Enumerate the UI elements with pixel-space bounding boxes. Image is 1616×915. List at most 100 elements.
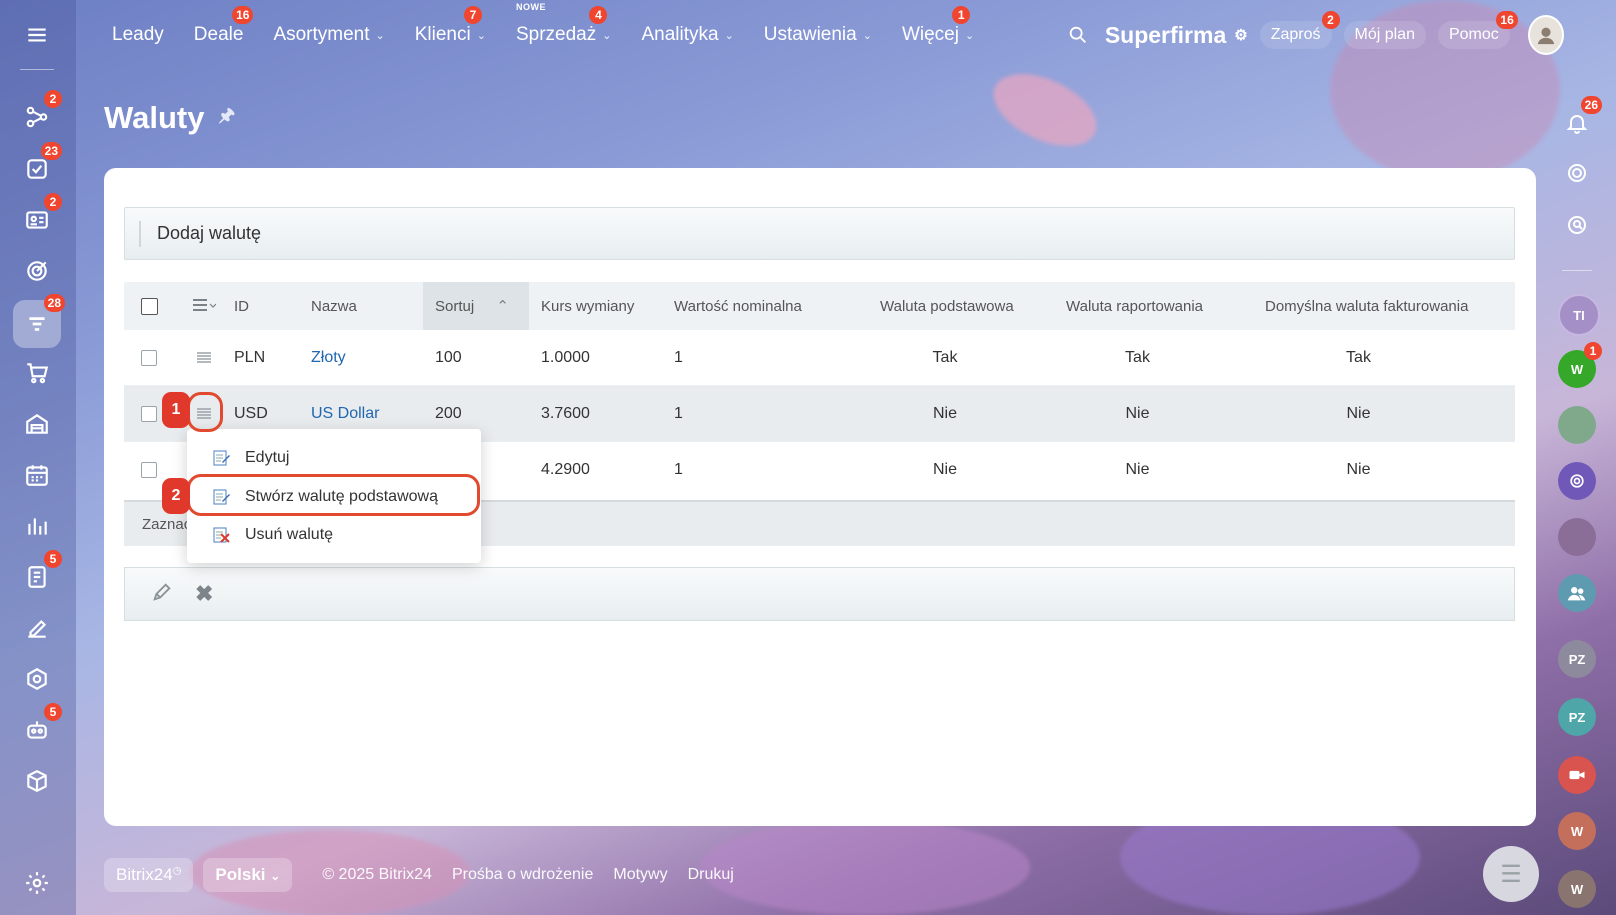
nav-deale[interactable]: Deale 16 (194, 6, 254, 46)
footer-link[interactable]: Drukuj (688, 866, 734, 884)
avatar-initials: PZ (1568, 709, 1586, 725)
add-currency-button[interactable]: Dodaj walutę (157, 223, 261, 244)
column-id[interactable]: ID (234, 298, 311, 315)
hexagon-icon[interactable] (16, 658, 58, 700)
cell-rate: 4.2900 (541, 460, 590, 478)
bitrix-logo[interactable]: Bitrix24◷ (104, 858, 194, 892)
chat-avatar[interactable]: W (1558, 870, 1596, 908)
column-name[interactable]: Nazwa (311, 298, 423, 315)
chat-avatar[interactable]: W1 (1558, 342, 1602, 388)
pipeline-icon[interactable]: 2 (16, 90, 62, 138)
column-report[interactable]: Waluta raportowania (1038, 298, 1237, 315)
table-row[interactable]: PLN Złoty 100 1.0000 1 Tak Tak Tak (124, 330, 1515, 386)
nav-label: Ustawienia (763, 24, 857, 45)
pin-icon[interactable]: 🖈 (218, 103, 235, 133)
nav-asortyment[interactable]: Asortyment ⌄ (273, 24, 384, 46)
analytics-icon[interactable] (16, 505, 58, 547)
calendar-icon[interactable] (16, 454, 58, 496)
cell-invoice: Nie (1346, 460, 1371, 478)
target-icon[interactable] (16, 250, 58, 292)
chat-avatar[interactable]: TI (1558, 294, 1600, 336)
cell-nominal: 1 (674, 348, 683, 366)
row-checkbox[interactable] (141, 405, 157, 422)
cell-sort: 100 (435, 348, 462, 366)
chat-avatar[interactable] (1558, 406, 1596, 444)
nav-analityka[interactable]: Analityka ⌄ (641, 24, 733, 46)
video-call-icon[interactable] (1558, 756, 1596, 794)
column-invoice[interactable]: Domyślna waluta fakturowania (1237, 298, 1480, 315)
warehouse-icon[interactable] (16, 403, 58, 445)
brand-title[interactable]: Superfirma ⚙ (1105, 22, 1248, 49)
cell-invoice: Nie (1346, 404, 1371, 422)
sign-icon[interactable] (16, 607, 58, 649)
nav-wiecej[interactable]: Więcej ⌄ 1 (901, 6, 975, 46)
cell-name-link[interactable]: US Dollar (311, 405, 423, 423)
sidebar-divider (1562, 270, 1592, 271)
robot-icon[interactable]: 5 (16, 703, 62, 751)
delete-x-icon[interactable]: ✖ (195, 581, 213, 607)
nav-leady[interactable]: Leady (112, 24, 164, 46)
tasks-icon[interactable]: 23 (16, 142, 62, 190)
documents-badge: 5 (44, 550, 62, 568)
user-avatar[interactable] (1527, 15, 1564, 55)
cart-icon[interactable] (16, 352, 58, 394)
nav-label: Leady (112, 24, 164, 45)
nav-label: Klienci (414, 24, 471, 45)
brand-label: Superfirma (1104, 21, 1227, 48)
row-checkbox[interactable] (141, 461, 157, 478)
search-chat-icon[interactable] (1558, 206, 1596, 244)
sidebar-divider (20, 69, 54, 70)
documents-icon[interactable]: 5 (16, 550, 62, 598)
chat-avatar[interactable]: PZ (1558, 698, 1596, 736)
menu-item-delete[interactable]: Usuń walutę (213, 520, 333, 550)
menu-icon[interactable] (16, 14, 58, 56)
chat-avatar[interactable] (1558, 574, 1596, 612)
nav-badge: 16 (232, 6, 254, 24)
column-nominal[interactable]: Wartość nominalna (668, 298, 852, 315)
box-icon[interactable] (16, 760, 58, 802)
group-icon (1567, 587, 1586, 601)
background-flower (982, 59, 1108, 161)
chat-avatar[interactable]: PZ (1558, 640, 1596, 678)
nav-label: Więcej (901, 24, 959, 45)
footer-link[interactable]: Prośba o wdrożenie (452, 866, 593, 884)
nav-sprzedaz[interactable]: NOWE Sprzedaż ⌄ 4 (516, 2, 612, 46)
notifications-bell-icon[interactable]: 26 (1558, 96, 1602, 142)
chat-avatar[interactable]: W (1558, 812, 1596, 850)
cell-rate: 3.7600 (541, 404, 590, 422)
chat-avatar[interactable] (1558, 518, 1596, 556)
select-all-checkbox[interactable] (140, 297, 158, 315)
column-rate[interactable]: Kurs wymiany (529, 298, 668, 315)
column-sort[interactable]: Sortuj ⌃ (423, 282, 529, 330)
nav-badge: 7 (463, 6, 482, 24)
left-sidebar: 2 23 2 28 5 5 (0, 0, 76, 915)
chat-avatar[interactable] (1558, 462, 1596, 500)
chevron-down-icon: ⌄ (476, 29, 486, 42)
language-select[interactable]: Polski ⌄ (203, 858, 293, 892)
chat-list-icon[interactable]: ☰ (1483, 846, 1539, 902)
contacts-icon[interactable]: 2 (16, 193, 62, 241)
help-button[interactable]: Pomoc 16 (1437, 11, 1518, 49)
grid-header: ID Nazwa Sortuj ⌃ Kurs wymiany Wartość no… (124, 282, 1515, 330)
chevron-down-icon: ⌄ (724, 29, 734, 42)
chevron-down-icon: ⌄ (602, 29, 612, 42)
nav-klienci[interactable]: Klienci ⌄ 7 (414, 6, 486, 46)
invite-button[interactable]: Zaproś 2 (1259, 11, 1340, 49)
column-base[interactable]: Waluta podstawowa (852, 298, 1038, 315)
row-menu-icon[interactable] (174, 351, 234, 365)
menu-item-label: Usuń walutę (245, 526, 334, 543)
menu-item-edit[interactable]: Edytuj (213, 443, 289, 473)
cell-name-link[interactable]: Złoty (311, 349, 423, 367)
edit-pencil-icon[interactable] (151, 581, 173, 608)
search-icon[interactable] (1067, 24, 1089, 46)
row-checkbox[interactable] (141, 349, 157, 366)
crm-icon[interactable]: 28 (13, 294, 65, 348)
footer-link[interactable]: Motywy (613, 866, 667, 884)
settings-gear-icon[interactable] (16, 862, 58, 904)
plan-button[interactable]: Mój plan (1343, 21, 1426, 49)
sort-asc-icon: ⌃ (496, 298, 509, 315)
nav-ustawienia[interactable]: Ustawienia ⌄ (764, 24, 872, 46)
column-settings-icon[interactable] (174, 297, 234, 315)
chevron-down-icon: ⌄ (964, 29, 975, 42)
copilot-icon[interactable] (1558, 154, 1596, 192)
